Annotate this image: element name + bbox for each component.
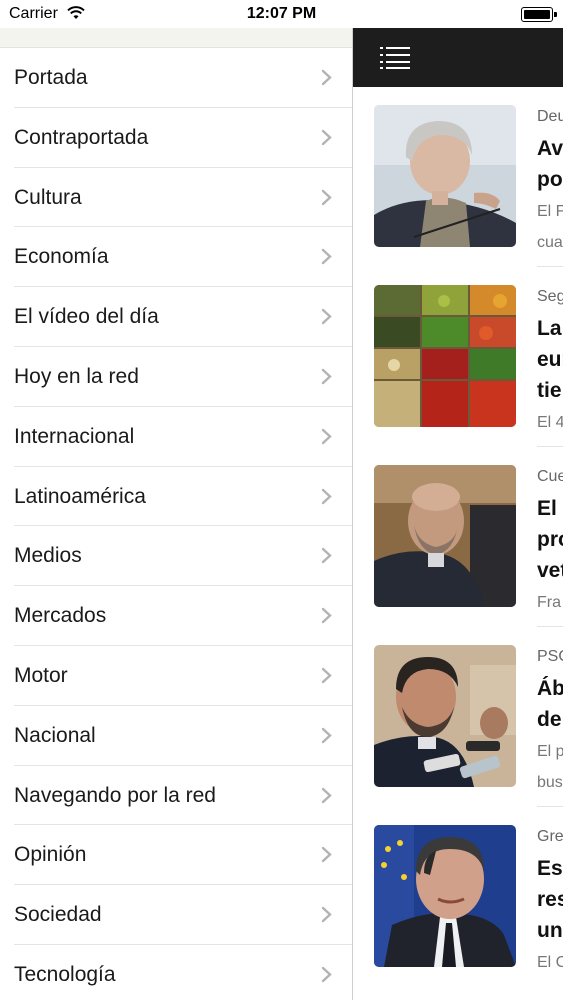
menu-item-label: Navegando por la red (14, 783, 216, 807)
article-section: Cue (537, 468, 563, 485)
chevron-right-icon (321, 607, 332, 624)
menu-item-label: Mercados (14, 604, 107, 628)
article-title: Áb de (537, 677, 563, 731)
article-thumbnail (374, 645, 516, 787)
article-section: Gre (537, 828, 563, 845)
menu-toggle-icon[interactable] (380, 47, 410, 69)
menu-item[interactable]: Mercados (14, 586, 352, 646)
chevron-right-icon (321, 548, 332, 564)
article-feed-panel: Deu Avi po El F cua (353, 28, 563, 1000)
chevron-right-icon (321, 428, 332, 444)
menu-item-label: Nacional (14, 723, 96, 747)
side-menu: Portada Contraportada Cultura Economía El ví… (0, 28, 353, 1000)
article-section: PSO (537, 648, 563, 665)
menu-item[interactable]: Hoy en la red (14, 347, 352, 407)
chevron-right-icon (321, 189, 332, 205)
article-title: Avi po (537, 137, 563, 191)
article-thumbnail (374, 825, 516, 967)
chevron-right-icon (321, 308, 332, 325)
menu-item[interactable]: Navegando por la red (14, 766, 352, 826)
menu-item[interactable]: Sociedad (14, 885, 352, 945)
article-item[interactable]: Cue El l pro vet Fra (353, 447, 563, 627)
chevron-right-icon (321, 847, 332, 863)
chevron-right-icon (321, 488, 332, 504)
article-summary: El p bus (537, 743, 563, 791)
menu-item[interactable]: Tecnología (14, 945, 352, 1000)
article-thumbnail (374, 285, 516, 427)
article-item[interactable]: PSO Áb de El p bus (353, 627, 563, 807)
menu-item-label: Cultura (14, 185, 82, 209)
chevron-right-icon (321, 368, 332, 385)
article-summary: El C (537, 954, 563, 971)
menu-item[interactable]: Latinoamérica (14, 467, 352, 527)
status-bar: Carrier 12:07 PM (0, 0, 563, 28)
chevron-right-icon (321, 69, 332, 86)
menu-item-label: Motor (14, 663, 68, 687)
article-item[interactable]: Gre Esp res un El C (353, 807, 563, 987)
chevron-right-icon (321, 787, 332, 803)
menu-item-label: Opinión (14, 843, 87, 867)
menu-item-label: Hoy en la red (14, 364, 139, 388)
battery-icon (521, 7, 557, 22)
menu-item-label: Economía (14, 245, 109, 269)
menu-item[interactable]: El vídeo del día (14, 287, 352, 347)
menu-item[interactable]: Contraportada (14, 108, 352, 168)
menu-item-label: Contraportada (14, 125, 149, 149)
article-summary: El F cua (537, 203, 563, 251)
menu-item-label: Tecnología (14, 962, 116, 986)
menu-item-label: Medios (14, 544, 82, 568)
menu-item-label: Internacional (14, 424, 135, 448)
menu-item[interactable]: Internacional (14, 407, 352, 467)
chevron-right-icon (321, 129, 332, 145)
menu-item[interactable]: Opinión (14, 825, 352, 886)
article-summary: Fra (537, 594, 561, 611)
article-title: El l pro vet (537, 497, 563, 582)
article-item[interactable]: Seg La eur tie El 4 (353, 267, 563, 447)
menu-item-label: Latinoamérica (14, 484, 146, 508)
article-section: Deu (537, 108, 563, 125)
menu-item-label: Portada (14, 66, 88, 89)
menu-item[interactable]: Motor (14, 646, 352, 706)
article-thumbnail (374, 465, 516, 607)
menu-item[interactable]: Nacional (14, 706, 352, 766)
chevron-right-icon (321, 667, 332, 684)
chevron-right-icon (321, 906, 332, 923)
article-title: La eur tie (537, 317, 563, 402)
article-thumbnail (374, 105, 516, 247)
menu-item-label: Sociedad (14, 903, 102, 927)
article-title: Esp res un (537, 857, 563, 942)
menu-item[interactable]: Economía (14, 227, 352, 288)
chevron-right-icon (321, 249, 332, 265)
menu-item[interactable]: Cultura (14, 168, 352, 228)
menu-item[interactable]: Medios (14, 526, 352, 587)
menu-item[interactable]: Portada (14, 48, 352, 108)
top-navigation-bar (353, 28, 563, 87)
status-time: 12:07 PM (246, 5, 317, 22)
menu-header-strip (0, 28, 352, 48)
article-item[interactable]: Deu Avi po El F cua (353, 87, 563, 267)
menu-item-label: El vídeo del día (14, 305, 159, 329)
article-summary: El 4 (537, 414, 563, 431)
menu-list: Portada Contraportada Cultura Economía El ví… (0, 48, 352, 1000)
article-section: Seg (537, 288, 563, 305)
chevron-right-icon (321, 727, 332, 743)
chevron-right-icon (321, 966, 332, 983)
